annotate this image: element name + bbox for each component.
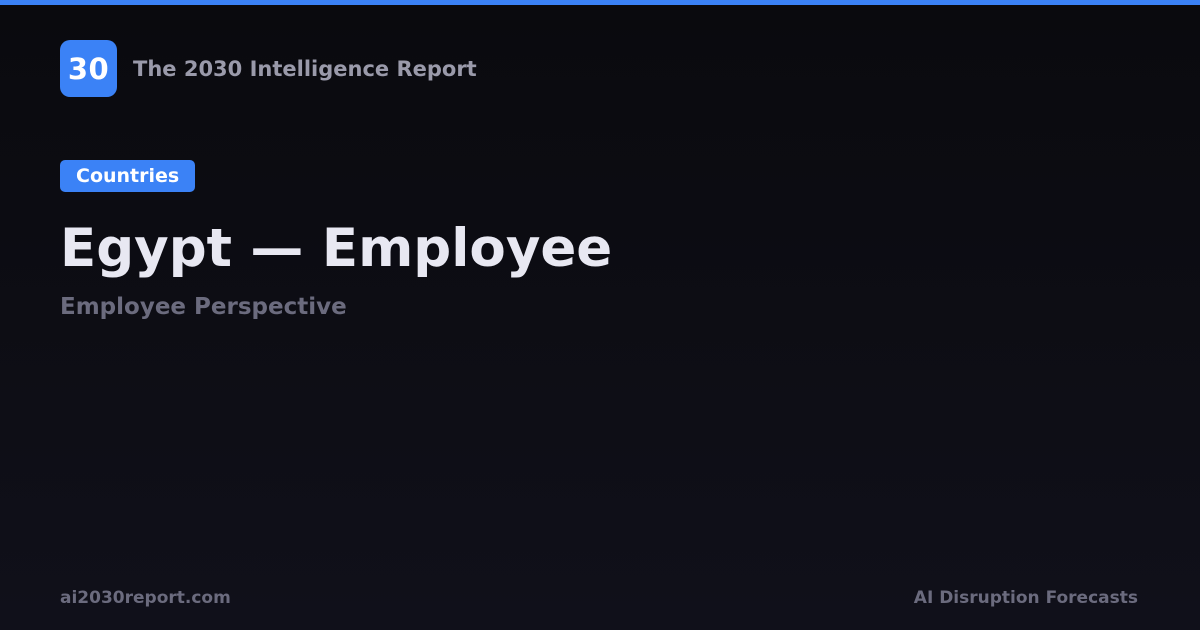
brand-logo: 30 <box>60 40 117 97</box>
footer-tagline: AI Disruption Forecasts <box>913 588 1138 608</box>
category-badge: Countries <box>60 160 196 192</box>
top-accent-bar <box>0 0 1200 5</box>
brand-header: 30 The 2030 Intelligence Report <box>60 40 477 97</box>
footer-site: ai2030report.com <box>60 588 231 608</box>
brand-name: The 2030 Intelligence Report <box>133 56 477 81</box>
page-subtitle: Employee Perspective <box>60 294 347 320</box>
page-title: Egypt — Employee <box>60 218 613 279</box>
